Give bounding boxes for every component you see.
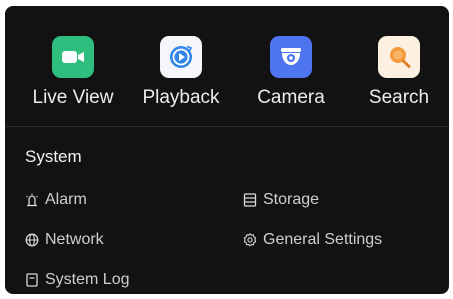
gear-icon	[243, 233, 257, 247]
menu-item-network[interactable]: Network	[25, 230, 104, 250]
playback-label: Playback	[142, 87, 220, 108]
storage-icon	[243, 193, 257, 207]
menu-item-storage[interactable]: Storage	[243, 190, 319, 210]
menu-item-system-log-label: System Log	[45, 271, 130, 288]
alarm-icon	[25, 193, 39, 207]
camera-label: Camera	[257, 87, 325, 108]
live-view-button[interactable]: Live View	[21, 36, 125, 126]
menu-item-general-settings[interactable]: General Settings	[243, 230, 382, 250]
menu-item-alarm-label: Alarm	[45, 191, 87, 208]
video-camera-icon	[52, 36, 94, 78]
dome-camera-icon	[270, 36, 312, 78]
playback-button[interactable]: Playback	[129, 36, 233, 126]
system-section-title: System	[25, 147, 82, 166]
menu-item-storage-label: Storage	[263, 191, 320, 208]
menu-item-alarm[interactable]: Alarm	[25, 190, 87, 210]
menu-item-general-settings-label: General Settings	[263, 231, 383, 248]
section-divider	[5, 126, 449, 127]
camera-button[interactable]: Camera	[239, 36, 343, 126]
live-view-label: Live View	[32, 87, 114, 108]
main-menu-panel: Live View Playback Camera Search System …	[5, 6, 449, 294]
search-button[interactable]: Search	[347, 36, 449, 126]
search-icon	[378, 36, 420, 78]
playback-icon	[160, 36, 202, 78]
menu-item-network-label: Network	[45, 231, 104, 248]
network-icon	[25, 233, 39, 247]
search-label: Search	[368, 87, 430, 108]
app-shortcut-row: Live View Playback Camera Search	[5, 6, 449, 126]
log-icon	[25, 273, 39, 287]
menu-item-system-log[interactable]: System Log	[25, 270, 129, 290]
